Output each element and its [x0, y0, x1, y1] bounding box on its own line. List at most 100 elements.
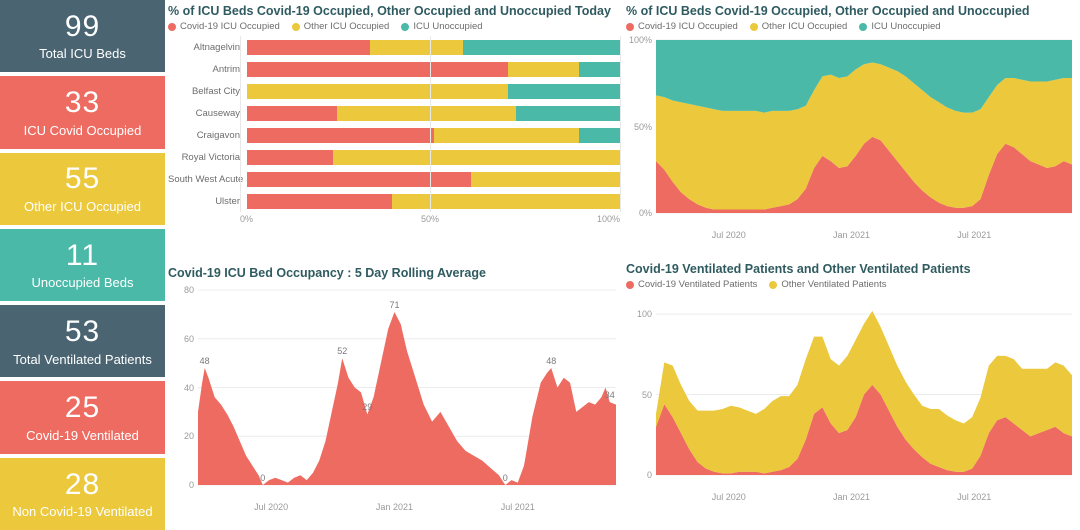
gridline: [620, 36, 621, 212]
bar-segment[interactable]: [247, 61, 509, 77]
y-axis-tick: 50: [641, 389, 652, 400]
bar-segment[interactable]: [247, 39, 371, 55]
x-axis-tick: Jul 2020: [711, 230, 746, 240]
bar-segment[interactable]: [247, 193, 393, 209]
hospital-bar-row[interactable]: Royal Victoria: [168, 146, 620, 168]
kpi-label: Total Ventilated Patients: [13, 351, 152, 367]
legend-item[interactable]: Other Ventilated Patients: [769, 279, 886, 290]
hospital-bar-row[interactable]: Craigavon: [168, 124, 620, 146]
bar-segment[interactable]: [515, 105, 620, 121]
hospital-bar-label: Craigavon: [196, 129, 240, 141]
legend-item[interactable]: Other ICU Occupied: [749, 21, 847, 32]
hospital-bar-label: Antrim: [212, 63, 240, 75]
kpi-card-other-icu-occupied[interactable]: 55 Other ICU Occupied: [0, 152, 165, 225]
x-axis-tick: Jan 2021: [375, 502, 413, 512]
bar-segment[interactable]: [247, 127, 434, 143]
bar-segment[interactable]: [578, 61, 620, 77]
bar-segment[interactable]: [247, 171, 471, 187]
bar-segment[interactable]: [247, 105, 337, 121]
bar-segment[interactable]: [508, 83, 620, 99]
x-axis-tick: Jul 2020: [254, 502, 289, 512]
legend-swatch-icon: [749, 22, 758, 31]
y-axis-tick: 80: [183, 285, 194, 295]
ventilated-plot: 0 50 100 Jul 2020 Jan 2021 Jul 2021: [626, 294, 1076, 502]
bar-segment[interactable]: [508, 61, 579, 77]
legend-swatch-icon: [401, 22, 410, 31]
kpi-value: 53: [64, 315, 101, 349]
hospital-bar-row[interactable]: South West Acute: [168, 168, 620, 190]
bar-segment[interactable]: [247, 83, 509, 99]
y-axis-tick: 0: [646, 470, 652, 480]
area-series[interactable]: [198, 311, 616, 485]
kpi-label: ICU Covid Occupied: [23, 122, 142, 138]
data-label: 71: [389, 299, 400, 310]
x-axis-tick: Jan 2021: [832, 230, 871, 240]
kpi-card-non-covid-19-ventilated[interactable]: 28 Non Covid-19 Ventilated: [0, 457, 165, 530]
kpi-card-total-ventilated-patients[interactable]: 53 Total Ventilated Patients: [0, 305, 165, 378]
kpi-card-column: 99 Total ICU Beds 33 ICU Covid Occupied 55 Ot…: [0, 0, 165, 530]
hospital-bars-x-axis: 0% 50% 100%: [240, 212, 620, 226]
y-axis-tick: 0%: [638, 208, 652, 218]
kpi-card-icu-covid-occupied[interactable]: 33 ICU Covid Occupied: [0, 76, 165, 149]
hospital-bar-row[interactable]: Belfast City: [168, 80, 620, 102]
bar-segment[interactable]: [247, 149, 333, 165]
legend-item[interactable]: Covid-19 ICU Occupied: [168, 21, 280, 32]
hospital-bar-label: Altnagelvin: [193, 41, 240, 53]
hospital-bar-track: [247, 39, 620, 55]
hospital-bar-track: [247, 171, 620, 187]
panel-hospital-bars: % of ICU Beds Covid-19 Occupied, Other O…: [168, 4, 621, 260]
y-axis: 0 20 40 60 80: [168, 285, 198, 501]
legend-item[interactable]: ICU Unoccupied: [401, 21, 483, 32]
legend-swatch-icon: [626, 22, 634, 31]
data-label: 48: [546, 356, 557, 366]
x-axis-tick: 100%: [596, 214, 620, 224]
bar-segment[interactable]: [336, 105, 516, 121]
bar-segment[interactable]: [392, 193, 620, 209]
kpi-label: Non Covid-19 Ventilated: [12, 504, 153, 520]
x-axis: Jul 2020 Jan 2021 Jul 2021: [656, 492, 1076, 506]
legend-swatch-icon: [769, 280, 778, 289]
legend-item[interactable]: Other ICU Occupied: [291, 21, 389, 32]
panel-occupancy: Covid-19 ICU Bed Occupancy : 5 Day Rolli…: [168, 266, 620, 526]
panel-title-ventilated: Covid-19 Ventilated Patients and Other V…: [626, 262, 971, 276]
legend-label: Covid-19 Ventilated Patients: [638, 279, 758, 290]
legend-swatch-icon: [626, 280, 634, 289]
data-label: 52: [337, 346, 348, 357]
data-label: 0: [260, 473, 266, 483]
legend-item[interactable]: ICU Unoccupied: [859, 21, 941, 32]
kpi-value: 25: [64, 391, 101, 425]
kpi-card-total-icu-beds[interactable]: 99 Total ICU Beds: [0, 0, 165, 73]
legend-ventilated: Covid-19 Ventilated Patients Other Ventil…: [626, 279, 1076, 290]
hospital-bar-label: Belfast City: [191, 85, 240, 97]
kpi-label: Total ICU Beds: [39, 46, 126, 62]
legend-item[interactable]: Covid-19 ICU Occupied: [626, 21, 738, 32]
y-axis-tick: 60: [183, 333, 194, 344]
bar-segment[interactable]: [578, 127, 620, 143]
bar-segment[interactable]: [463, 39, 620, 55]
chart-canvas: [656, 310, 1072, 476]
y-axis: 0% 50% 100%: [626, 35, 656, 229]
legend-item[interactable]: Covid-19 Ventilated Patients: [626, 279, 757, 290]
data-label: 29: [362, 402, 373, 413]
x-axis-tick: Jan 2021: [832, 492, 871, 502]
bar-segment[interactable]: [370, 39, 464, 55]
bar-segment[interactable]: [433, 127, 579, 143]
x-axis: Jul 2020 Jan 2021 Jul 2021: [198, 502, 620, 516]
hospital-bar-row[interactable]: Altnagelvin: [168, 36, 620, 58]
kpi-card-unoccupied-beds[interactable]: 11 Unoccupied Beds: [0, 228, 165, 302]
hospital-bar-row[interactable]: Ulster: [168, 190, 620, 212]
bar-segment[interactable]: [470, 171, 620, 187]
legend-icu-trend: Covid-19 ICU Occupied Other ICU Occupied I…: [626, 21, 1076, 32]
kpi-value: 28: [64, 467, 101, 501]
chart-canvas: [198, 289, 616, 486]
x-axis-tick: Jul 2021: [500, 502, 535, 512]
bar-segment[interactable]: [332, 149, 620, 165]
x-axis-tick: Jul 2020: [711, 492, 746, 502]
hospital-bar-track: [247, 105, 620, 121]
kpi-card-covid-19-ventilated[interactable]: 25 Covid-19 Ventilated: [0, 381, 165, 454]
chart-canvas: [656, 39, 1072, 214]
hospital-bar-row[interactable]: Antrim: [168, 58, 620, 80]
legend-swatch-icon: [168, 22, 176, 31]
hospital-bar-row[interactable]: Causeway: [168, 102, 620, 124]
panel-title-icu-trend: % of ICU Beds Covid-19 Occupied, Other O…: [626, 4, 1030, 18]
